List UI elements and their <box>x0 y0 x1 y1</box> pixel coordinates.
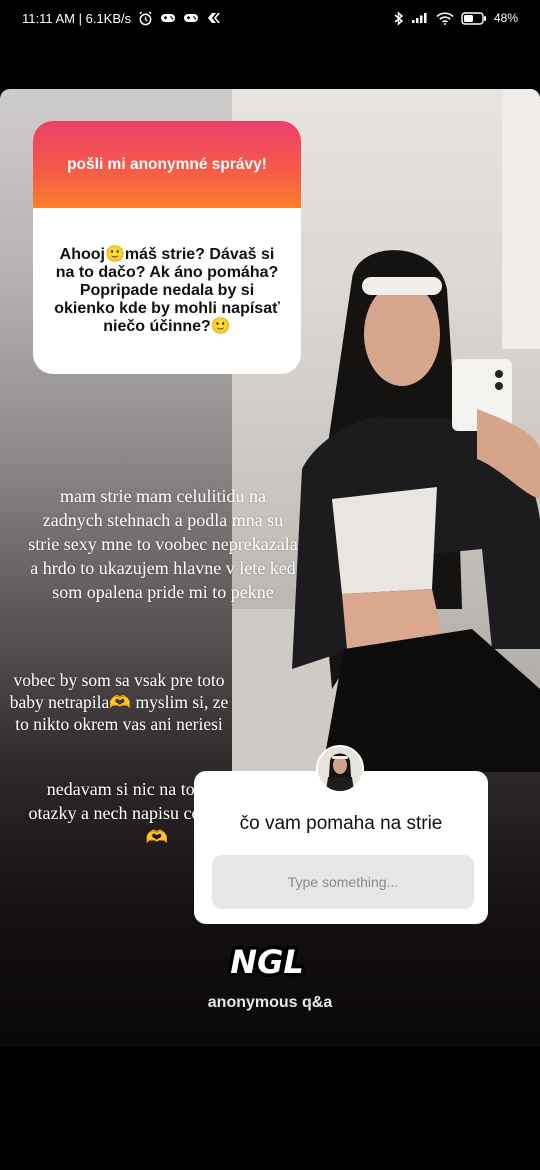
svg-text:NGL: NGL <box>230 943 303 981</box>
question-card: pošli mi anonymné správy! Ahooj🙂máš stri… <box>33 121 301 374</box>
ngl-logo: NGL NGL <box>227 940 307 985</box>
app-notification-icon <box>206 11 222 25</box>
game-controller-icon <box>160 12 176 24</box>
status-right: 48% <box>394 10 518 26</box>
status-left: 11:11 AM | 6.1KB/s <box>22 11 222 26</box>
answer-card-question: čo vam pomaha na strie <box>239 813 443 834</box>
battery-percent: 48% <box>493 11 518 25</box>
question-text: Ahooj🙂máš strie? Dávaš si na to dačo? Ak… <box>54 246 280 335</box>
signal-icon <box>411 12 429 24</box>
bluetooth-icon <box>394 10 404 26</box>
status-time: 11:11 AM | 6.1KB/s <box>22 10 132 26</box>
answer-card: čo vam pomaha na strie <box>194 745 488 924</box>
overlay-text-1: mam strie mam celulitidu na zadnych steh… <box>28 486 298 602</box>
alarm-icon <box>138 10 153 26</box>
question-card-header: pošli mi anonymné správy! <box>33 121 301 208</box>
game-controller-icon-2 <box>183 12 199 24</box>
answer-input[interactable] <box>212 855 474 909</box>
wifi-icon <box>436 12 454 25</box>
avatar <box>316 745 364 793</box>
battery-icon <box>461 11 487 25</box>
overlay-text-2: vobec by som sa vsak pre toto baby netra… <box>9 670 229 734</box>
footer-subtitle: anonymous q&a <box>207 994 333 1011</box>
status-bar: 11:11 AM | 6.1KB/s 48% <box>0 0 540 36</box>
